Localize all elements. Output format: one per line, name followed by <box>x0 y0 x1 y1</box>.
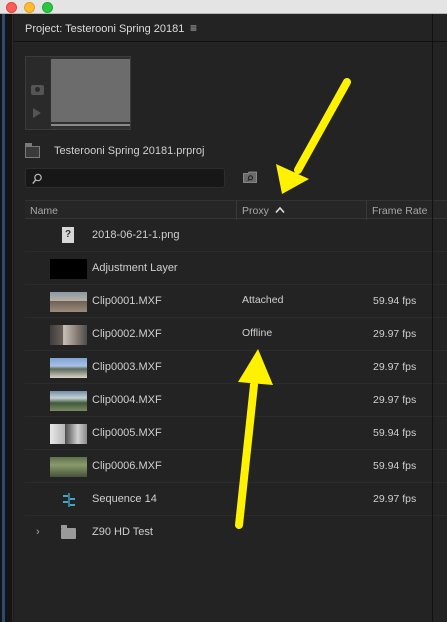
frame-rate-value: 29.97 fps <box>373 328 417 340</box>
item-name: Clip0006.MXF <box>92 460 162 472</box>
column-proxy[interactable]: Proxy <box>242 205 269 217</box>
proxy-status: Offline <box>242 327 273 339</box>
clip-thumbnail <box>50 358 87 378</box>
column-header-row: Name Proxy Frame Rate <box>25 200 447 220</box>
frame-rate-value: 29.97 fps <box>373 394 417 406</box>
item-name: 2018-06-21-1.png <box>92 229 180 241</box>
item-name: Clip0001.MXF <box>92 295 162 307</box>
list-item-clip[interactable]: Clip0006.MXF 59.94 fps <box>25 450 447 483</box>
folder-icon <box>61 525 76 539</box>
left-panel-edge <box>0 14 13 622</box>
clip-thumbnail <box>50 325 87 345</box>
list-item-png[interactable]: 2018-06-21-1.png <box>25 219 447 252</box>
clip-thumbnail <box>50 424 87 444</box>
find-bin-icon[interactable] <box>243 171 257 183</box>
poster-frame-camera-icon[interactable] <box>31 85 44 95</box>
project-tab[interactable]: Project: Testerooni Spring 20181 <box>25 23 184 35</box>
clip-thumbnail <box>50 391 87 411</box>
panel-menu-icon[interactable]: ≡ <box>190 21 197 35</box>
item-name: Z90 HD Test <box>92 526 153 538</box>
item-name: Clip0004.MXF <box>92 394 162 406</box>
item-name: Clip0002.MXF <box>92 328 162 340</box>
search-field[interactable] <box>25 168 225 188</box>
preview-controls <box>26 57 50 129</box>
column-frame-rate[interactable]: Frame Rate <box>372 205 427 217</box>
project-tab-bar: Project: Testerooni Spring 20181 ≡ <box>14 14 447 42</box>
sort-ascending-chevron-icon[interactable] <box>275 206 285 214</box>
frame-rate-value: 59.94 fps <box>373 460 417 472</box>
clip-thumbnail <box>50 292 87 312</box>
adjustment-layer-thumbnail <box>50 259 87 279</box>
list-item-bin[interactable]: › Z90 HD Test <box>25 516 447 549</box>
project-file-name: Testerooni Spring 20181.prproj <box>54 145 205 157</box>
zoom-window-button[interactable] <box>42 2 53 13</box>
proxy-status: Attached <box>242 294 284 306</box>
window-titlebar <box>0 0 447 14</box>
preview-scrub-bar[interactable] <box>51 124 130 126</box>
list-item-clip[interactable]: Clip0002.MXF Offline 29.97 fps <box>25 318 447 351</box>
play-icon[interactable] <box>33 108 41 118</box>
project-file-icon <box>25 143 40 158</box>
list-item-clip[interactable]: Clip0001.MXF Attached 59.94 fps <box>25 285 447 318</box>
panel-focus-accent <box>2 14 5 622</box>
preview-thumbnail <box>25 56 131 130</box>
frame-rate-value: 59.94 fps <box>373 295 417 307</box>
item-name: Clip0003.MXF <box>92 361 162 373</box>
search-input[interactable] <box>46 171 221 185</box>
frame-rate-value: 29.97 fps <box>373 361 417 373</box>
chevron-right-icon[interactable]: › <box>36 526 40 538</box>
panel-right-edge <box>432 14 433 622</box>
column-divider[interactable] <box>236 201 237 220</box>
item-name: Sequence 14 <box>92 493 157 505</box>
list-item-sequence[interactable]: Sequence 14 29.97 fps <box>25 483 447 516</box>
search-icon <box>32 173 42 185</box>
item-name: Adjustment Layer <box>92 262 178 274</box>
column-divider[interactable] <box>366 201 367 220</box>
list-item-clip[interactable]: Clip0004.MXF 29.97 fps <box>25 384 447 417</box>
preview-image <box>51 59 130 122</box>
list-item-clip[interactable]: Clip0003.MXF 29.97 fps <box>25 351 447 384</box>
list-item-adjustment-layer[interactable]: Adjustment Layer <box>25 252 447 285</box>
project-panel: Project: Testerooni Spring 20181 ≡ Teste… <box>14 14 447 622</box>
close-window-button[interactable] <box>6 2 17 13</box>
sequence-icon <box>63 493 75 507</box>
clip-thumbnail <box>50 457 87 477</box>
minimize-window-button[interactable] <box>24 2 35 13</box>
column-name[interactable]: Name <box>30 205 58 217</box>
image-file-icon <box>62 227 74 243</box>
frame-rate-value: 29.97 fps <box>373 493 417 505</box>
list-item-clip[interactable]: Clip0005.MXF 59.94 fps <box>25 417 447 450</box>
item-name: Clip0005.MXF <box>92 427 162 439</box>
frame-rate-value: 59.94 fps <box>373 427 417 439</box>
